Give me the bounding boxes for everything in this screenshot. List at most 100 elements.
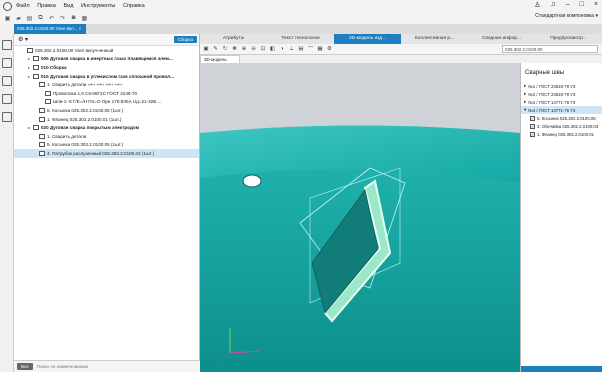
tab-tech-text[interactable]: Текст технологии: [267, 34, 334, 44]
user-icon[interactable]: ♙: [534, 1, 540, 9]
tree-row[interactable]: 5. Косынка 025.302.2.0100.05 (1шт.): [14, 141, 199, 150]
binoculars-icon[interactable]: ◙: [69, 14, 78, 22]
menu-view[interactable]: Вид: [63, 3, 73, 9]
tab-preview[interactable]: Предпросмотр...: [535, 34, 602, 44]
redo-icon[interactable]: ↷: [58, 14, 67, 22]
model-toolbar: ▣ ✎ ↻ ✥ ⊕ ⊖ ⊡ ◧ ◑ ⟂ ▤ ⌒ ▦ ⚙: [200, 44, 602, 55]
tab-collaboration[interactable]: Коллективная р...: [401, 34, 468, 44]
weld-part-row[interactable]: ✓ 1. Фланец 025.302.2.0100.01: [521, 130, 602, 138]
print-icon[interactable]: ▦: [80, 14, 89, 22]
main-tabs: Атрибуты Текст технологии 3D-модель изд.…: [200, 34, 602, 44]
structure-icon[interactable]: [2, 112, 12, 122]
tree-row[interactable]: 5. Косынка 025.302.2.0100.05 (1шт.): [14, 106, 199, 115]
document-icon[interactable]: [2, 58, 12, 68]
expand-toggle-icon[interactable]: ▸: [524, 99, 526, 105]
tree-settings-icon[interactable]: ⚙ ▾: [18, 36, 28, 43]
pan-icon[interactable]: ✥: [231, 45, 239, 53]
zoom-fit-icon[interactable]: ⊡: [259, 45, 267, 53]
hide-icon[interactable]: ◑: [278, 45, 286, 53]
filter-all-button[interactable]: Все: [17, 363, 33, 370]
tab-attributes[interactable]: Атрибуты: [200, 34, 267, 44]
tree-item-icon: [45, 90, 51, 96]
measure-icon[interactable]: ⟂: [288, 45, 296, 53]
3d-viewport[interactable]: [200, 63, 520, 372]
tree-row-label: 5. Косынка 025.302.2.0100.05 (1шт.): [47, 142, 124, 148]
tree-row[interactable]: 025.302.2.0100.00 Узел вкпучченный: [14, 46, 199, 55]
tree-item-icon: [39, 142, 45, 148]
layers-icon[interactable]: ▤: [297, 45, 305, 53]
view-mode-icon[interactable]: ▣: [202, 45, 210, 53]
tab-3d-view[interactable]: 3D-модель: [200, 55, 240, 63]
tree-item-icon: [33, 73, 39, 79]
bookmark-icon[interactable]: [2, 76, 12, 86]
save-icon[interactable]: ▤: [25, 14, 34, 22]
edit-icon[interactable]: ✎: [212, 45, 220, 53]
notification-icon[interactable]: ♫: [551, 1, 556, 9]
tree-row[interactable]: 1. Сварить детали: [14, 132, 199, 141]
weld-group-row[interactable]: ▸ №2 / ГОСТ 23518-79 У3: [521, 90, 602, 98]
weld-row-label: №1 / ГОСТ 23518-79 У3: [528, 83, 576, 89]
new-doc-icon[interactable]: ▣: [3, 14, 12, 22]
tree-row[interactable]: Проволока 1,6 Св-08Г2С ГОСТ 2246-70: [14, 89, 199, 98]
menu-file[interactable]: Файл: [16, 3, 30, 9]
copy-icon[interactable]: ⧉: [36, 14, 45, 22]
close-icon[interactable]: ×: [594, 1, 598, 9]
open-folder-icon[interactable]: ▰: [14, 14, 23, 22]
left-sidebar: [0, 34, 14, 372]
zoom-in-icon[interactable]: ⊕: [240, 45, 248, 53]
welds-action-button[interactable]: [521, 366, 602, 372]
part-checkbox[interactable]: ✓: [530, 123, 535, 129]
maximize-icon[interactable]: □: [580, 1, 584, 9]
grid-icon[interactable]: ▦: [316, 45, 324, 53]
weld-rows: ▸ №1 / ГОСТ 23518-79 У3 ▸ №2 / ГОСТ 23518-7…: [521, 82, 602, 138]
tree-row-label: Проволока 1,6 Св-08Г2С ГОСТ 2246-70: [53, 90, 138, 96]
designation-search-input[interactable]: [502, 45, 598, 53]
tree-row[interactable]: ▸ 015 Дуговая сварка в углекислом газе сп…: [14, 72, 199, 81]
tree-row[interactable]: 4. Патрубок распузенный 025.302.2.0100.0…: [14, 149, 199, 158]
operations-tree-panel: ⚙ ▾ Сборка 025.302.2.0100.00 Узел вкпучч…: [14, 34, 200, 372]
expand-toggle-icon[interactable]: ▸: [524, 91, 526, 97]
weld-group-row[interactable]: ▸ №1 / ГОСТ 23518-79 У3: [521, 82, 602, 90]
main-menu: Файл Правка Вид Инструменты Справка: [16, 3, 151, 9]
tree-row[interactable]: 1. Фланец 025.302.2.0100.01 (1шт.): [14, 115, 199, 124]
properties-icon[interactable]: [2, 94, 12, 104]
expand-toggle-icon[interactable]: ▸: [524, 83, 526, 89]
settings-icon[interactable]: ⚙: [326, 45, 334, 53]
weld-row-label: №2 / ГОСТ 23518-79 У3: [528, 91, 576, 97]
window-controls: ♙ ♫ – □ ×: [534, 1, 598, 9]
weld-part-row[interactable]: ✓ 5. Косынка 025.302.2.0100.05: [521, 114, 602, 122]
zoom-out-icon[interactable]: ⊖: [250, 45, 258, 53]
menu-help[interactable]: Справка: [123, 3, 145, 9]
expand-toggle-icon[interactable]: ▾: [524, 107, 526, 113]
menu-edit[interactable]: Правка: [37, 3, 56, 9]
tree-item-icon: [39, 107, 45, 113]
tree-row[interactable]: ▸ 005 Дуговая сварка в инертных газах пла…: [14, 55, 199, 64]
tree-row[interactable]: Шов-1:-6 Г/Е=/Н Пл=О Луж 170-830А Uд=21-…: [14, 98, 199, 107]
tree-item-icon: [33, 64, 39, 70]
tree-row-label: 4. Патрубок распузенный 025.302.2.0100.0…: [47, 150, 155, 156]
weld-group-row[interactable]: ▸ №3 / ГОСТ 14771-76 Т3: [521, 98, 602, 106]
section-icon[interactable]: ◧: [269, 45, 277, 53]
undo-icon[interactable]: ↶: [47, 14, 56, 22]
part-checkbox[interactable]: ✓: [530, 115, 535, 121]
weld-symbol-icon[interactable]: ⌒: [307, 45, 315, 53]
minimize-icon[interactable]: –: [566, 1, 570, 9]
rotate-icon[interactable]: ↻: [221, 45, 229, 53]
weld-group-row[interactable]: ▾ №4 / ГОСТ 14771-76 Т3: [521, 106, 602, 114]
part-checkbox[interactable]: ✓: [530, 131, 535, 137]
assembly-button[interactable]: Сборка: [173, 36, 197, 43]
tree-row[interactable]: 1. Сварить детали ‹‹•›› ‹‹•›› ‹‹•›› ‹‹•›…: [14, 80, 199, 89]
tree-row-label: 5. Косынка 025.302.2.0100.05 (1шт.): [47, 107, 124, 113]
layout-select[interactable]: Стандартная компоновка ▾: [535, 13, 598, 19]
tab-3d-model[interactable]: 3D-модель изд...: [334, 34, 401, 44]
menu-tools[interactable]: Инструменты: [81, 3, 115, 9]
tab-summary[interactable]: Сводная инфор...: [468, 34, 535, 44]
tree-row[interactable]: ▸ 020 Дуговая сварка покрытым электродом: [14, 123, 199, 132]
tree-item-icon: [39, 116, 45, 122]
tree-view-icon[interactable]: [2, 40, 12, 50]
document-tab[interactable]: 025.302.2.0100.00 Узел вкл... ×: [14, 24, 86, 34]
weld-part-row[interactable]: ✓ 3. Обечайка 025.302.2.0100.03: [521, 122, 602, 130]
tree-search-input[interactable]: [36, 364, 167, 369]
tree-item-icon: [27, 47, 33, 53]
tree-row[interactable]: ▸ 010 Сборка: [14, 63, 199, 72]
